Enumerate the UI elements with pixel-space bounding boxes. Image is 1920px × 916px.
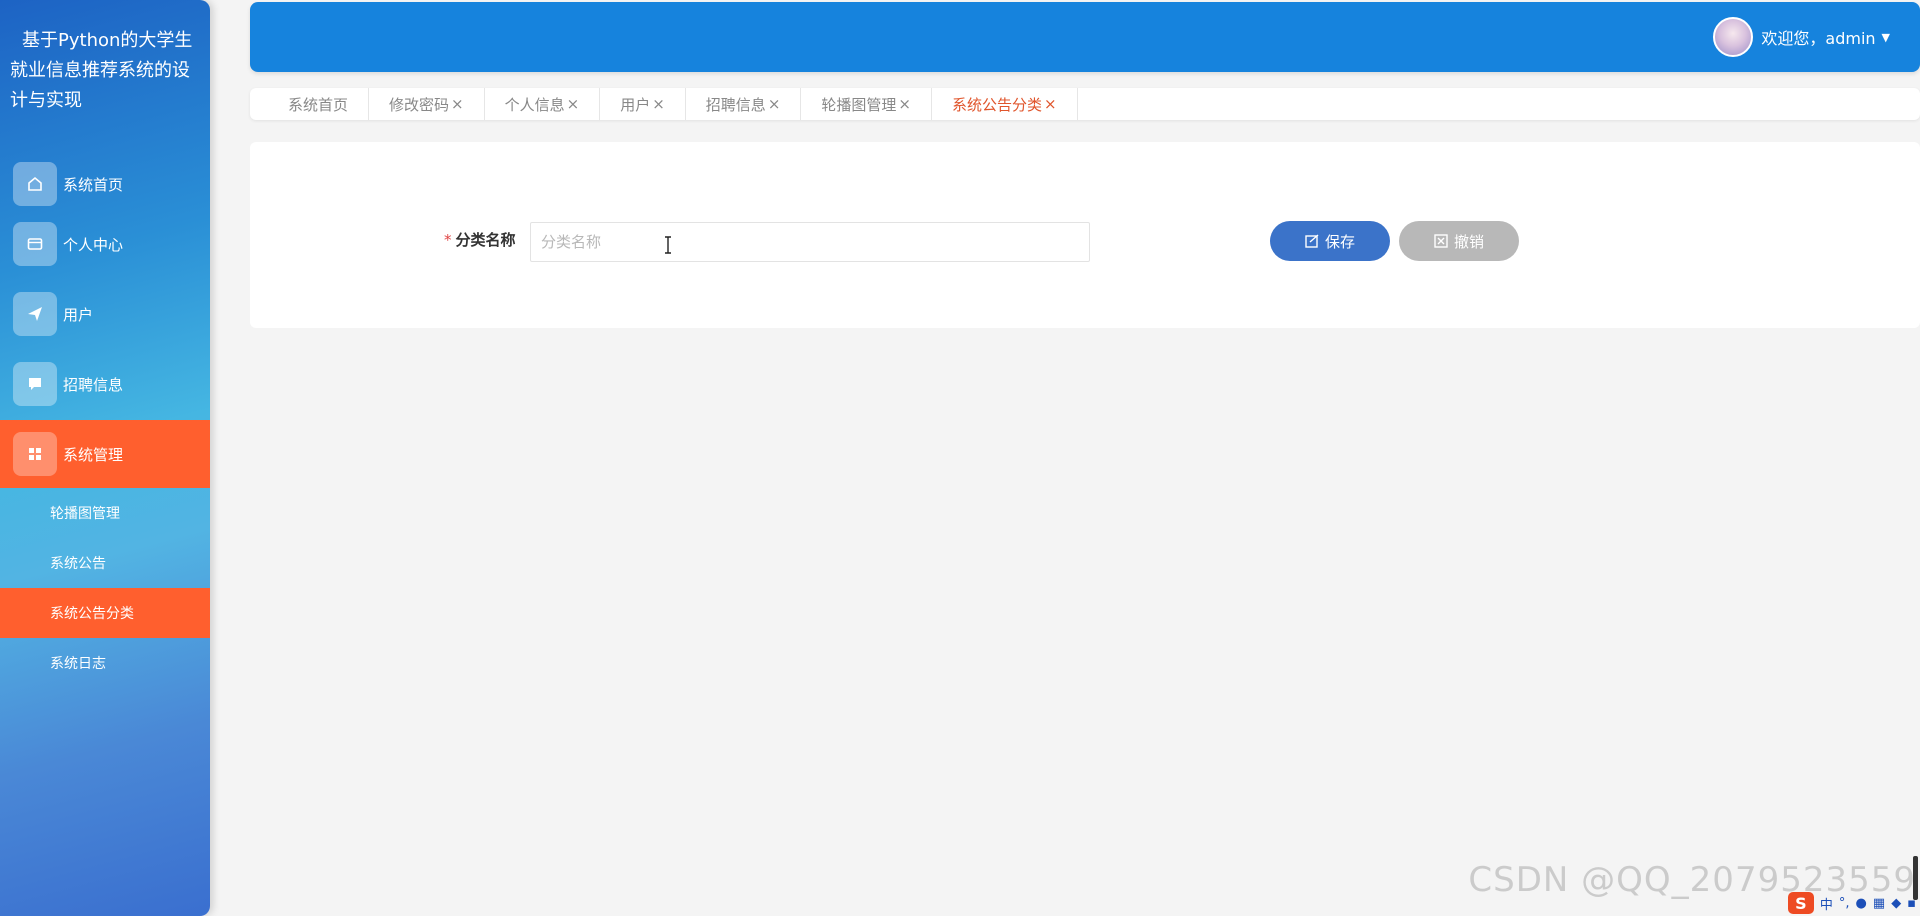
caret-down-icon: ▼ bbox=[1881, 30, 1890, 44]
welcome-text: 欢迎您，admin bbox=[1761, 29, 1876, 48]
cancel-icon bbox=[1434, 234, 1448, 248]
label-text: 分类名称 bbox=[455, 231, 516, 249]
save-button[interactable]: 保存 bbox=[1270, 221, 1390, 261]
submenu-item-label: 轮播图管理 bbox=[50, 506, 120, 522]
wallet-icon bbox=[13, 222, 57, 266]
ime-toolbar: S 中 °, ● ▦ ◆ ▪ bbox=[1710, 890, 1920, 916]
sidebar-item-user[interactable]: 用户 bbox=[0, 280, 210, 348]
sidebar-item-personal-center[interactable]: 个人中心 bbox=[0, 210, 210, 278]
tab-label: 系统公告分类 bbox=[951, 95, 1042, 114]
avatar bbox=[1713, 17, 1754, 57]
tab-label: 轮播图管理 bbox=[821, 95, 897, 114]
tab-bar: 系统首页 修改密码 × 个人信息 × 用户 × 招聘信息 × 轮播图管理 × 系… bbox=[250, 88, 1920, 120]
message-icon bbox=[13, 362, 57, 406]
tab-label: 系统首页 bbox=[288, 95, 349, 114]
sidebar-item-label: 个人中心 bbox=[63, 235, 124, 254]
tab-recruitment[interactable]: 招聘信息 × bbox=[686, 88, 802, 120]
cancel-button[interactable]: 撤销 bbox=[1399, 221, 1519, 261]
sidebar: 基于Python的大学生就业信息推荐系统的设计与实现 系统首页 个人中心 用户 … bbox=[0, 0, 210, 916]
sidebar-item-home[interactable]: 系统首页 bbox=[0, 150, 210, 218]
ime-logo-icon[interactable]: S bbox=[1787, 892, 1814, 914]
close-icon[interactable]: × bbox=[768, 95, 781, 113]
user-menu[interactable]: 欢迎您，admin ▼ bbox=[1713, 16, 1890, 58]
submenu-item-label: 系统公告分类 bbox=[50, 606, 134, 622]
submenu-item-label: 系统日志 bbox=[50, 656, 106, 672]
tab-label: 用户 bbox=[620, 95, 651, 114]
sidebar-item-system-management[interactable]: 系统管理 bbox=[0, 420, 210, 488]
punctuation-icon[interactable]: °, bbox=[1839, 896, 1850, 911]
edit-icon bbox=[1305, 234, 1319, 248]
cancel-label: 撤销 bbox=[1453, 232, 1484, 251]
sidebar-item-label: 招聘信息 bbox=[63, 375, 124, 394]
sidebar-item-label: 用户 bbox=[63, 305, 94, 324]
tab-personal-info[interactable]: 个人信息 × bbox=[485, 88, 601, 120]
submenu-item-carousel[interactable]: 轮播图管理 bbox=[0, 488, 210, 538]
grid-icon bbox=[13, 432, 57, 476]
home-icon bbox=[13, 162, 57, 206]
tab-user[interactable]: 用户 × bbox=[600, 88, 686, 120]
skin-icon[interactable]: ◆ bbox=[1891, 896, 1901, 911]
tab-home[interactable]: 系统首页 bbox=[268, 88, 370, 120]
top-header: 欢迎您，admin ▼ bbox=[250, 2, 1920, 72]
send-icon bbox=[13, 292, 57, 336]
submenu-item-system-log[interactable]: 系统日志 bbox=[0, 638, 210, 688]
required-mark: * bbox=[444, 231, 452, 249]
submenu-item-notice[interactable]: 系统公告 bbox=[0, 538, 210, 588]
close-icon[interactable]: × bbox=[1044, 95, 1057, 113]
form-card: *分类名称 保存 撤销 bbox=[250, 142, 1920, 328]
tab-carousel[interactable]: 轮播图管理 × bbox=[801, 88, 932, 120]
submenu-item-label: 系统公告 bbox=[50, 556, 106, 572]
tab-change-password[interactable]: 修改密码 × bbox=[369, 88, 485, 120]
tab-label: 招聘信息 bbox=[705, 95, 766, 114]
toolbox-icon[interactable]: ▪ bbox=[1907, 896, 1916, 911]
save-label: 保存 bbox=[1324, 232, 1355, 251]
sidebar-item-label: 系统首页 bbox=[63, 175, 124, 194]
close-icon[interactable]: × bbox=[567, 95, 580, 113]
system-title: 基于Python的大学生就业信息推荐系统的设计与实现 bbox=[10, 30, 193, 111]
close-icon[interactable]: × bbox=[451, 95, 464, 113]
sidebar-item-recruitment[interactable]: 招聘信息 bbox=[0, 350, 210, 418]
tab-label: 修改密码 bbox=[389, 95, 450, 114]
close-icon[interactable]: × bbox=[652, 95, 665, 113]
category-name-label: * 分类名称 bbox=[444, 229, 516, 250]
microphone-icon[interactable]: ● bbox=[1856, 896, 1867, 911]
tab-notice-category[interactable]: 系统公告分类 × bbox=[932, 88, 1078, 120]
category-name-input[interactable] bbox=[530, 222, 1090, 262]
submenu-item-notice-category[interactable]: 系统公告分类 bbox=[0, 588, 210, 638]
sidebar-item-label: 系统管理 bbox=[63, 445, 124, 464]
ime-mode[interactable]: 中 bbox=[1820, 894, 1833, 913]
close-icon[interactable]: × bbox=[898, 95, 911, 113]
keyboard-icon[interactable]: ▦ bbox=[1873, 896, 1885, 911]
tab-label: 个人信息 bbox=[504, 95, 565, 114]
